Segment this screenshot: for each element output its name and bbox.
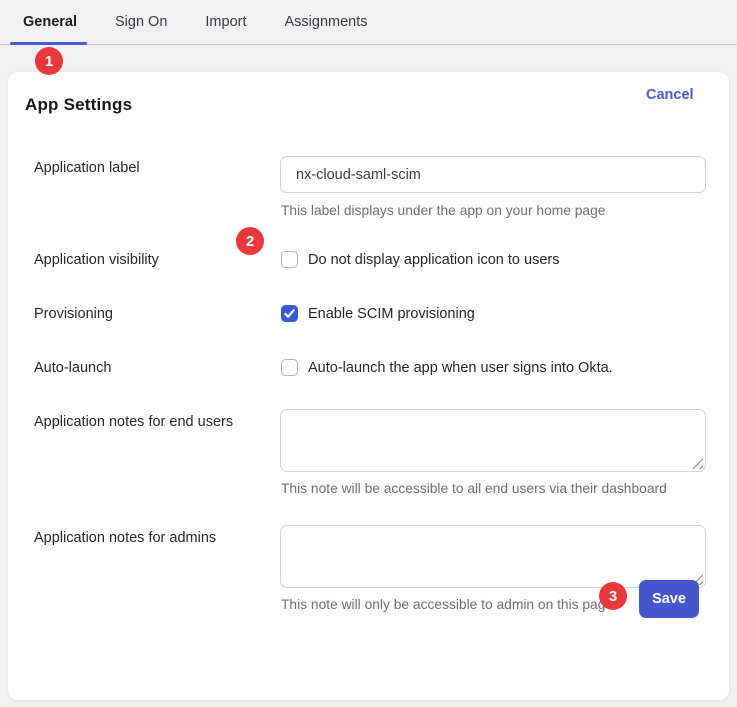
tab-import[interactable]: Import — [205, 14, 246, 30]
do-not-display-icon-label: Do not display application icon to users — [308, 252, 559, 268]
application-label-input[interactable] — [280, 156, 706, 193]
notes-admins-label: Application notes for admins — [34, 530, 216, 546]
page-title: App Settings — [25, 95, 132, 115]
active-tab-underline — [10, 42, 87, 45]
application-visibility-label: Application visibility — [34, 252, 159, 268]
step-badge-3: 3 — [599, 582, 627, 610]
notes-admins-helper: This note will only be accessible to adm… — [281, 597, 613, 612]
step-badge-1: 1 — [35, 47, 63, 75]
provisioning-label: Provisioning — [34, 306, 113, 322]
save-button[interactable]: Save — [639, 580, 699, 618]
application-label-helper: This label displays under the app on you… — [281, 203, 605, 218]
checkmark-icon — [284, 308, 295, 319]
auto-launch-label: Auto-launch — [34, 360, 111, 376]
tab-assignments[interactable]: Assignments — [285, 14, 368, 30]
enable-scim-provisioning-checkbox[interactable] — [281, 305, 298, 322]
tab-list: General Sign On Import Assignments — [0, 0, 737, 44]
auto-launch-checkbox[interactable] — [281, 359, 298, 376]
tab-general[interactable]: General — [23, 14, 77, 30]
application-label-label: Application label — [34, 160, 140, 176]
step-badge-2: 2 — [236, 227, 264, 255]
notes-admins-textarea[interactable] — [280, 525, 706, 588]
enable-scim-provisioning-label: Enable SCIM provisioning — [308, 306, 475, 322]
tab-bar: General Sign On Import Assignments — [0, 0, 737, 45]
tab-sign-on[interactable]: Sign On — [115, 14, 167, 30]
notes-end-users-helper: This note will be accessible to all end … — [281, 481, 667, 496]
notes-end-users-label: Application notes for end users — [34, 414, 233, 430]
notes-end-users-textarea[interactable] — [280, 409, 706, 472]
cancel-link[interactable]: Cancel — [646, 87, 694, 103]
auto-launch-checkbox-label: Auto-launch the app when user signs into… — [308, 360, 613, 376]
do-not-display-icon-checkbox[interactable] — [281, 251, 298, 268]
